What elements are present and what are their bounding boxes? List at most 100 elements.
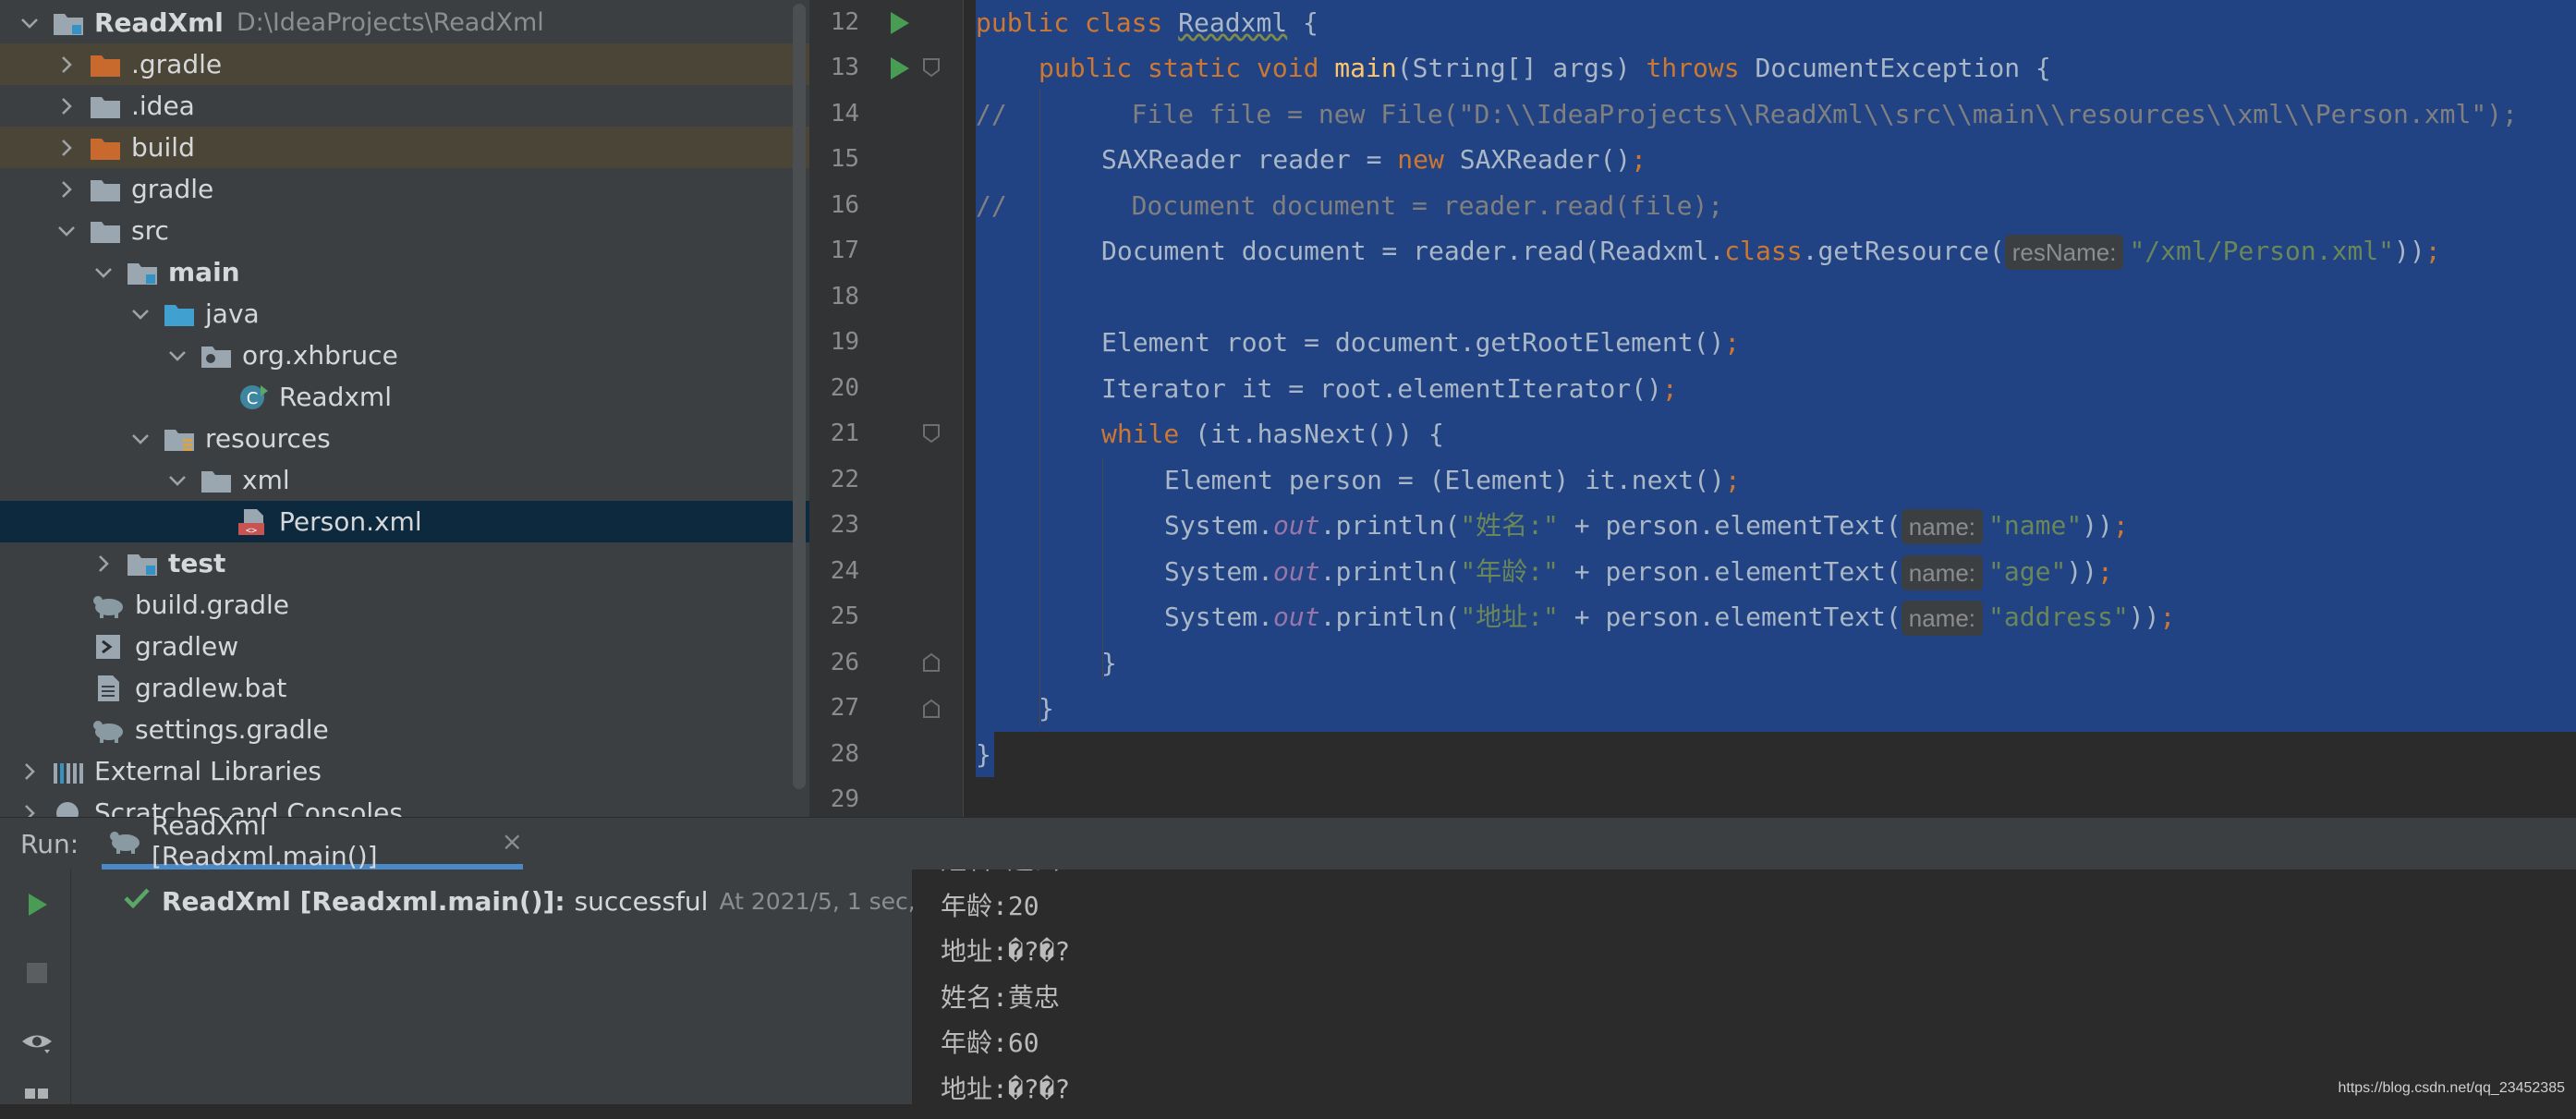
- chevron-right-icon[interactable]: [55, 54, 78, 76]
- rerun-button[interactable]: [18, 886, 55, 923]
- chevron-down-icon[interactable]: [92, 262, 115, 284]
- tree-item-person-xml[interactable]: <> Person.xml: [0, 501, 809, 542]
- editor-gutter: 12 13 14 15 16 17 18 19 20 21 22 23 24 2…: [809, 0, 964, 817]
- code-line-16[interactable]: // Document document = reader.read(file)…: [976, 183, 1723, 229]
- code-line-24[interactable]: System.out.println("年龄:" + person.elemen…: [1164, 549, 2113, 595]
- line-number: 17: [830, 237, 859, 264]
- code-keyword: public static void: [1039, 53, 1335, 83]
- run-tab-label: ReadXml [Readxml.main()]: [152, 810, 378, 871]
- code-line-21[interactable]: while (it.hasNext()) {: [1101, 411, 1444, 457]
- fold-marker-icon[interactable]: [922, 423, 941, 444]
- line-number: 16: [830, 191, 859, 219]
- close-icon[interactable]: ×: [502, 826, 523, 857]
- code-text: SAXReader(): [1459, 144, 1632, 175]
- code-line-28[interactable]: }: [976, 732, 991, 778]
- tree-item-settings-gradle[interactable]: settings.gradle: [0, 709, 809, 750]
- line-number: 13: [830, 54, 859, 81]
- chevron-down-icon[interactable]: [166, 469, 188, 492]
- code-text: {: [1287, 7, 1318, 38]
- chevron-down-icon[interactable]: [55, 220, 78, 242]
- code-text: (String[] args): [1396, 53, 1646, 83]
- line-number: 28: [830, 740, 859, 768]
- text-file-icon: [92, 675, 126, 702]
- console-line: 年龄:60: [941, 1028, 1039, 1058]
- chevron-right-icon[interactable]: [55, 137, 78, 159]
- code-semicolon: ;: [1631, 144, 1647, 175]
- tree-item-external-libraries[interactable]: External Libraries: [0, 750, 809, 792]
- console-line: 年龄:20: [941, 891, 1039, 921]
- tree-item-build-gradle[interactable]: build.gradle: [0, 584, 809, 626]
- code-text: )): [2066, 556, 2098, 587]
- line-number: 21: [830, 420, 859, 447]
- tree-item-gradle-cache[interactable]: .gradle: [0, 43, 809, 85]
- code-text: System.: [1164, 510, 1274, 541]
- tree-root-readxml[interactable]: ReadXml D:\IdeaProjects\ReadXml: [0, 2, 809, 43]
- code-line-22[interactable]: Element person = (Element) it.next();: [1164, 457, 1741, 504]
- tree-item-gradlew-bat[interactable]: gradlew.bat: [0, 667, 809, 709]
- tree-item-readxml-class[interactable]: C Readxml: [0, 376, 809, 418]
- code-semicolon: ;: [2097, 556, 2113, 587]
- code-editor[interactable]: public class Readxml { public static voi…: [964, 0, 2576, 817]
- chevron-right-icon[interactable]: [55, 95, 78, 117]
- run-header: Run: ReadXml [Readxml.main()] ×: [0, 810, 2576, 871]
- code-text: + person.elementText(: [1558, 602, 1902, 632]
- show-output-eye-icon[interactable]: [18, 1023, 55, 1060]
- parameter-hint: name:: [1901, 509, 1984, 544]
- chevron-right-icon[interactable]: [92, 553, 115, 575]
- code-line-12[interactable]: public class Readxml {: [976, 0, 1318, 46]
- chevron-down-icon[interactable]: [129, 428, 152, 450]
- code-line-14[interactable]: // File file = new File("D:\\IdeaProject…: [976, 91, 2518, 138]
- run-panel-title: Run:: [20, 829, 79, 859]
- tree-item-test[interactable]: test: [0, 542, 809, 584]
- chevron-right-icon[interactable]: [18, 760, 41, 783]
- chevron-right-icon[interactable]: [18, 802, 41, 817]
- layout-icon[interactable]: [18, 1082, 55, 1119]
- tree-item-main[interactable]: main: [0, 251, 809, 293]
- check-icon: [123, 886, 151, 917]
- tree-item-package[interactable]: org.xhbruce: [0, 334, 809, 376]
- run-result-date: At 2021/5,: [719, 888, 840, 915]
- chevron-down-icon[interactable]: [166, 345, 188, 367]
- code-line-15[interactable]: SAXReader reader = new SAXReader();: [1101, 137, 1646, 183]
- console-output[interactable]: 姓名:赵云 年龄:20 地址:�?�? 姓名:黄忠 年龄:60 地址:�?�?: [913, 870, 2576, 1104]
- folder-icon: [89, 92, 122, 120]
- run-class-icon[interactable]: [883, 7, 915, 39]
- code-line-19[interactable]: Element root = document.getRootElement()…: [1101, 320, 1740, 366]
- code-method-name: main: [1334, 53, 1397, 83]
- code-line-23[interactable]: System.out.println("姓名:" + person.elemen…: [1164, 503, 2129, 549]
- chevron-right-icon[interactable]: [55, 178, 78, 201]
- folder-icon: [89, 217, 122, 245]
- code-line-17[interactable]: Document document = reader.read(Readxml.…: [1101, 228, 2441, 274]
- fold-marker-icon[interactable]: [922, 652, 941, 673]
- code-line-20[interactable]: Iterator it = root.elementIterator();: [1101, 366, 1678, 412]
- tree-item-resources[interactable]: resources: [0, 418, 809, 459]
- tree-item-gradlew[interactable]: gradlew: [0, 626, 809, 667]
- tree-item-label: src: [131, 215, 169, 246]
- code-line-26[interactable]: }: [1101, 640, 1117, 687]
- code-line-25[interactable]: System.out.println("地址:" + person.elemen…: [1164, 594, 2175, 640]
- code-string: "/xml/Person.xml": [2129, 236, 2395, 266]
- tree-item-label: main: [168, 257, 240, 287]
- parameter-hint: resName:: [2004, 235, 2124, 270]
- tree-item-idea[interactable]: .idea: [0, 85, 809, 127]
- run-result-row[interactable]: ReadXml [Readxml.main()]: successful At …: [123, 886, 994, 917]
- tree-item-label: test: [168, 548, 226, 578]
- tree-item-build[interactable]: build: [0, 127, 809, 168]
- tree-item-gradle[interactable]: gradle: [0, 168, 809, 210]
- chevron-down-icon[interactable]: [129, 303, 152, 325]
- code-line-13[interactable]: public static void main(String[] args) t…: [1039, 45, 2051, 91]
- run-main-icon[interactable]: [883, 53, 915, 84]
- tree-scrollbar[interactable]: [793, 4, 806, 789]
- fold-marker-icon[interactable]: [922, 699, 941, 719]
- stop-button[interactable]: [18, 955, 55, 991]
- code-line-27[interactable]: }: [1039, 686, 1054, 732]
- code-text: System.: [1164, 602, 1274, 632]
- tree-item-java[interactable]: java: [0, 293, 809, 334]
- tree-item-src[interactable]: src: [0, 210, 809, 251]
- code-text: DocumentException {: [1755, 53, 2051, 83]
- source-folder-icon: [163, 300, 196, 328]
- chevron-down-icon[interactable]: [18, 12, 41, 34]
- run-configuration-tab[interactable]: ReadXml [Readxml.main()] ×: [102, 810, 523, 871]
- fold-marker-icon[interactable]: [922, 57, 941, 78]
- tree-item-xml-folder[interactable]: xml: [0, 459, 809, 501]
